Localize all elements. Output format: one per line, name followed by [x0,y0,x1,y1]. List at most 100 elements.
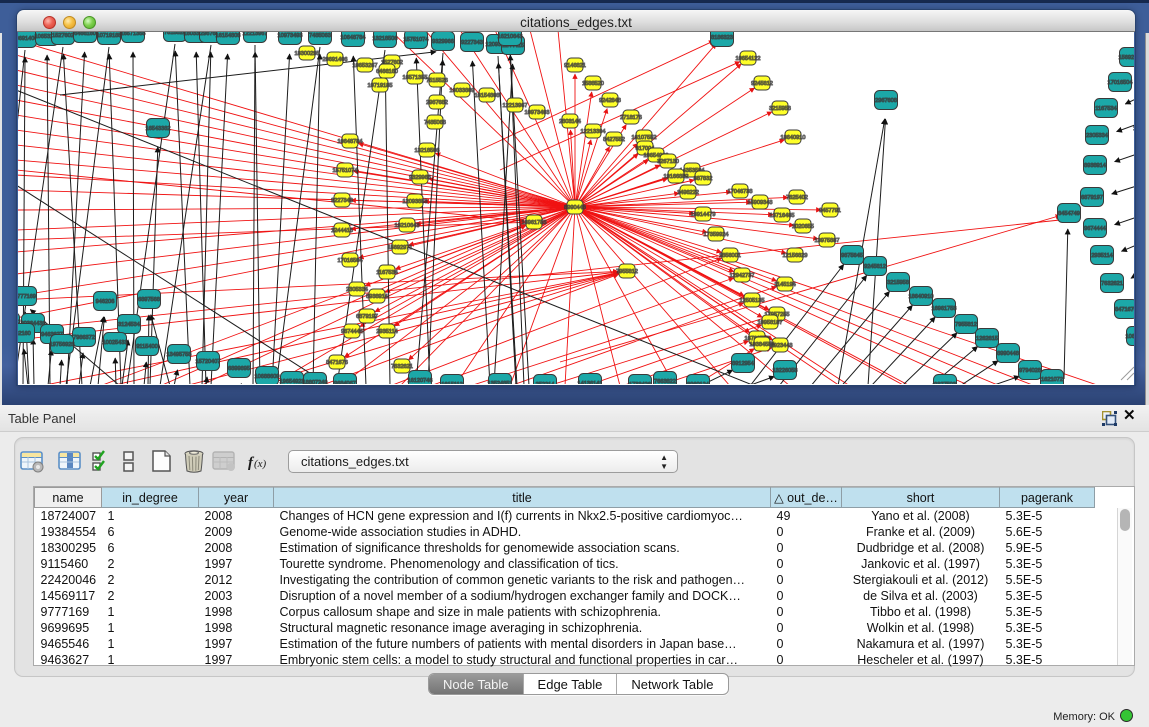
svg-text:16543382: 16543382 [146,126,171,132]
svg-text:9146821: 9146821 [564,63,586,69]
svg-text:1588520: 1588520 [582,81,604,87]
svg-text:12505135: 12505135 [740,298,765,304]
svg-text:15751074: 15751074 [333,168,358,174]
svg-text:7632621: 7632621 [391,364,413,370]
svg-text:12093853: 12093853 [403,199,428,205]
svg-text:10654122: 10654122 [1126,334,1134,340]
svg-text:1733426: 1733426 [629,382,651,384]
svg-text:12213967: 12213967 [243,32,268,37]
svg-text:3267130: 3267130 [657,159,679,165]
svg-text:8471676: 8471676 [1115,307,1134,313]
svg-text:10654122: 10654122 [736,56,761,62]
svg-text:2987682: 2987682 [426,100,448,106]
svg-text:17016504: 17016504 [338,258,363,264]
svg-text:1615112: 1615112 [441,382,462,384]
svg-text:1167534: 1167534 [376,270,397,276]
svg-text:10648784: 10648784 [338,139,363,145]
svg-text:6466160: 6466160 [74,32,96,37]
svg-text:6899695: 6899695 [228,366,250,372]
svg-text:15720407: 15720407 [196,359,221,365]
svg-text:8454749: 8454749 [1058,211,1080,217]
svg-text:13495758: 13495758 [167,352,192,358]
svg-text:9684067: 9684067 [334,381,356,384]
svg-text:18640910: 18640910 [909,294,934,300]
svg-text:2305334: 2305334 [346,287,368,293]
svg-text:9794028: 9794028 [1019,368,1041,374]
svg-text:8471676: 8471676 [326,360,348,366]
svg-text:8938914: 8938914 [1084,163,1106,169]
svg-text:7625402: 7625402 [786,195,808,201]
svg-text:7632621: 7632621 [1101,281,1123,287]
svg-text:12213394: 12213394 [581,129,606,135]
svg-text:12213967: 12213967 [503,103,528,109]
svg-text:13218506: 13218506 [415,148,440,154]
svg-text:10653267: 10653267 [353,63,378,69]
svg-text:17046738: 17046738 [728,189,753,195]
svg-text:3124534: 3124534 [118,322,140,328]
svg-text:7485063: 7485063 [309,33,331,39]
svg-text:10648784: 10648784 [341,35,366,41]
svg-text:10719185: 10719185 [368,83,393,89]
svg-text:8990448: 8990448 [997,351,1019,357]
svg-text:8990448: 8990448 [564,205,586,211]
svg-text:7663822: 7663822 [654,379,676,384]
svg-text:7955812: 7955812 [955,322,977,328]
svg-text:8912954: 8912954 [732,361,754,367]
svg-text:13716485: 13716485 [770,213,795,219]
svg-text:1244415: 1244415 [331,228,353,234]
svg-text:13226058: 13226058 [773,368,798,374]
svg-text:16210643: 16210643 [395,223,420,229]
svg-text:9227343: 9227343 [331,198,353,204]
svg-text:9245612: 9245612 [864,264,886,270]
svg-text:17359924: 17359924 [704,232,729,238]
svg-text:9227343: 9227343 [461,40,483,46]
svg-text:1527602: 1527602 [52,33,74,39]
svg-text:10958187: 10958187 [758,320,783,326]
svg-text:2718176: 2718176 [620,115,642,121]
svg-text:19384554: 19384554 [750,342,775,348]
svg-text:16120746: 16120746 [408,378,433,384]
svg-text:946206: 946206 [96,299,115,305]
svg-text:2935114: 2935114 [376,329,397,335]
svg-text:19166852: 19166852 [664,174,689,180]
svg-text:16154808: 16154808 [216,33,241,39]
svg-text:8427552: 8427552 [603,137,625,143]
svg-text:6466160: 6466160 [376,69,398,75]
svg-text:20691406: 20691406 [323,57,348,63]
svg-text:15909348: 15909348 [748,200,773,206]
svg-text:1262615: 1262615 [1133,126,1134,132]
svg-text:16914479: 16914479 [691,212,716,218]
svg-text:(x): (x) [254,458,267,470]
svg-text:13524851: 13524851 [488,381,513,384]
svg-text:9674444: 9674444 [341,329,363,335]
svg-text:2305334: 2305334 [1086,133,1108,139]
svg-text:10025433: 10025433 [103,340,128,346]
svg-text:9115400: 9115400 [136,344,157,350]
svg-text:8186323: 8186323 [711,35,733,41]
svg-text:16571355: 16571355 [121,32,146,37]
svg-text:16033809: 16033809 [450,88,475,94]
svg-text:7485063: 7485063 [424,120,446,126]
svg-text:7515526: 7515526 [426,78,448,84]
svg-text:9777169: 9777169 [18,294,36,300]
svg-text:8938914: 8938914 [366,294,388,300]
svg-text:16961758: 16961758 [522,220,547,226]
svg-text:6879197: 6879197 [356,314,378,320]
svg-text:9329966: 9329966 [432,39,454,45]
svg-text:9457791: 9457791 [819,208,841,214]
svg-text:2935114: 2935114 [1091,253,1112,259]
svg-text:10973493: 10973493 [278,33,303,39]
svg-text:1621072: 1621072 [1041,377,1063,383]
svg-text:2967608: 2967608 [875,98,897,104]
svg-text:2803144: 2803144 [559,119,581,125]
svg-text:15751074: 15751074 [404,37,429,43]
svg-text:8960124: 8960124 [687,382,709,384]
svg-text:1145194: 1145194 [774,282,795,288]
svg-text:6897568: 6897568 [138,297,160,303]
svg-text:3215958: 3215958 [887,280,909,286]
svg-text:13218506: 13218506 [373,36,398,42]
svg-text:3215958: 3215958 [769,106,791,112]
svg-text:16961758: 16961758 [932,306,957,312]
svg-text:18807249: 18807249 [303,380,328,384]
svg-text:1856001: 1856001 [719,253,741,259]
